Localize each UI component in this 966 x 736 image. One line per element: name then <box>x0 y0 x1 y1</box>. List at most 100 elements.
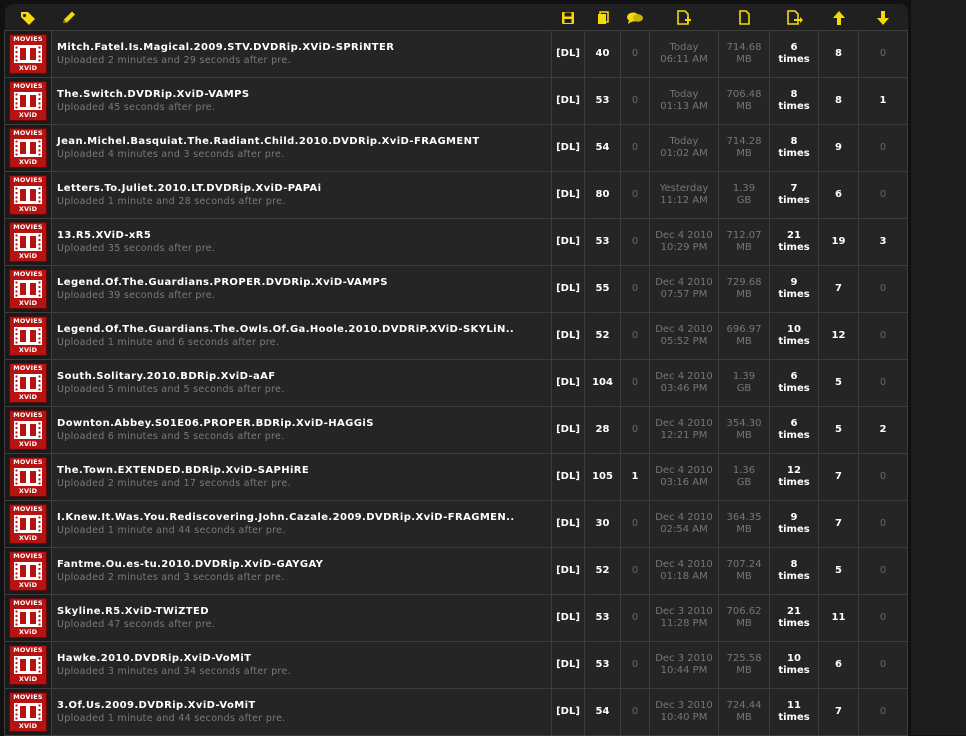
torrent-title-link[interactable]: Fantme.Ou.es-tu.2010.DVDRip.XviD-GAYGAY <box>57 559 551 570</box>
torrent-title-link[interactable]: Jean.Michel.Basquiat.The.Radiant.Child.2… <box>57 136 551 147</box>
seeders-count[interactable]: 19 <box>832 236 846 247</box>
files-count[interactable]: 55 <box>596 283 610 294</box>
torrent-title-link[interactable]: I.Knew.It.Was.You.Rediscovering.John.Caz… <box>57 512 551 523</box>
leechers-count[interactable]: 0 <box>880 565 886 576</box>
comments-count[interactable]: 0 <box>632 518 638 529</box>
comments-count[interactable]: 0 <box>632 48 638 59</box>
category-badge-movies-xvid[interactable]: MOVIES XViD <box>9 80 47 121</box>
leechers-count[interactable]: 0 <box>880 612 886 623</box>
leechers-count[interactable]: 0 <box>880 706 886 717</box>
category-badge-movies-xvid[interactable]: MOVIES XViD <box>9 33 47 74</box>
comments-count[interactable]: 0 <box>632 424 638 435</box>
category-badge-movies-xvid[interactable]: MOVIES XViD <box>9 315 47 356</box>
files-count[interactable]: 52 <box>596 565 610 576</box>
seeders-count[interactable]: 5 <box>835 424 842 435</box>
files-count[interactable]: 53 <box>596 95 610 106</box>
leechers-count[interactable]: 0 <box>880 659 886 670</box>
category-cell[interactable]: MOVIES XViD <box>4 217 52 266</box>
comments-count[interactable]: 0 <box>632 612 638 623</box>
comments-count[interactable]: 0 <box>632 283 638 294</box>
files-count[interactable]: 53 <box>596 236 610 247</box>
snatched-count[interactable]: 8 <box>771 136 818 148</box>
header-snatched[interactable] <box>770 4 819 30</box>
download-link[interactable]: [DL] <box>556 424 580 435</box>
seeders-count[interactable]: 6 <box>835 189 842 200</box>
category-cell[interactable]: MOVIES XViD <box>4 452 52 501</box>
seeders-count[interactable]: 7 <box>835 283 842 294</box>
leechers-count[interactable]: 0 <box>880 377 886 388</box>
download-link[interactable]: [DL] <box>556 95 580 106</box>
seeders-count[interactable]: 7 <box>835 518 842 529</box>
snatched-count[interactable]: 6 <box>771 371 818 383</box>
header-added[interactable] <box>650 4 719 30</box>
seeders-count[interactable]: 6 <box>835 659 842 670</box>
category-badge-movies-xvid[interactable]: MOVIES XViD <box>9 362 47 403</box>
snatched-count[interactable]: 9 <box>771 277 818 289</box>
comments-count[interactable]: 1 <box>632 471 639 482</box>
files-count[interactable]: 53 <box>596 612 610 623</box>
category-cell[interactable]: MOVIES XViD <box>4 311 52 360</box>
download-link[interactable]: [DL] <box>556 283 580 294</box>
comments-count[interactable]: 0 <box>632 706 638 717</box>
seeders-count[interactable]: 11 <box>832 612 846 623</box>
download-link[interactable]: [DL] <box>556 142 580 153</box>
files-count[interactable]: 28 <box>596 424 610 435</box>
snatched-count[interactable]: 21 <box>771 230 818 242</box>
category-badge-movies-xvid[interactable]: MOVIES XViD <box>9 644 47 685</box>
torrent-title-link[interactable]: Mitch.Fatel.Is.Magical.2009.STV.DVDRip.X… <box>57 42 551 53</box>
seeders-count[interactable]: 5 <box>835 565 842 576</box>
header-seeders[interactable] <box>819 4 859 30</box>
category-cell[interactable]: MOVIES XViD <box>4 170 52 219</box>
torrent-title-link[interactable]: The.Switch.DVDRip.XviD-VAMPS <box>57 89 551 100</box>
snatched-count[interactable]: 6 <box>771 42 818 54</box>
header-leechers[interactable] <box>859 4 908 30</box>
category-badge-movies-xvid[interactable]: MOVIES XViD <box>9 503 47 544</box>
comments-count[interactable]: 0 <box>632 189 638 200</box>
download-link[interactable]: [DL] <box>556 518 580 529</box>
category-cell[interactable]: MOVIES XViD <box>4 640 52 689</box>
download-link[interactable]: [DL] <box>556 659 580 670</box>
leechers-count[interactable]: 0 <box>880 471 886 482</box>
comments-count[interactable]: 0 <box>632 659 638 670</box>
seeders-count[interactable]: 9 <box>835 142 842 153</box>
category-cell[interactable]: MOVIES XViD <box>4 593 52 642</box>
category-cell[interactable]: MOVIES XViD <box>4 405 52 454</box>
snatched-count[interactable]: 8 <box>771 559 818 571</box>
header-download[interactable] <box>552 4 585 30</box>
files-count[interactable]: 54 <box>596 706 610 717</box>
seeders-count[interactable]: 7 <box>835 471 842 482</box>
seeders-count[interactable]: 8 <box>835 95 842 106</box>
download-link[interactable]: [DL] <box>556 377 580 388</box>
torrent-title-link[interactable]: Downton.Abbey.S01E06.PROPER.BDRip.XviD-H… <box>57 418 551 429</box>
files-count[interactable]: 40 <box>596 48 610 59</box>
files-count[interactable]: 52 <box>596 330 610 341</box>
category-badge-movies-xvid[interactable]: MOVIES XViD <box>9 550 47 591</box>
category-cell[interactable]: MOVIES XViD <box>4 264 52 313</box>
leechers-count[interactable]: 2 <box>880 424 887 435</box>
snatched-count[interactable]: 8 <box>771 89 818 101</box>
files-count[interactable]: 54 <box>596 142 610 153</box>
category-badge-movies-xvid[interactable]: MOVIES XViD <box>9 597 47 638</box>
seeders-count[interactable]: 7 <box>835 706 842 717</box>
seeders-count[interactable]: 8 <box>835 48 842 59</box>
snatched-count[interactable]: 10 <box>771 324 818 336</box>
download-link[interactable]: [DL] <box>556 565 580 576</box>
leechers-count[interactable]: 0 <box>880 142 886 153</box>
category-cell[interactable]: MOVIES XViD <box>4 76 52 125</box>
download-link[interactable]: [DL] <box>556 706 580 717</box>
category-cell[interactable]: MOVIES XViD <box>4 358 52 407</box>
torrent-title-link[interactable]: South.Solitary.2010.BDRip.XviD-aAF <box>57 371 551 382</box>
torrent-title-link[interactable]: 3.Of.Us.2009.DVDRip.XviD-VoMiT <box>57 700 551 711</box>
leechers-count[interactable]: 0 <box>880 48 886 59</box>
torrent-title-link[interactable]: 13.R5.XViD-xR5 <box>57 230 551 241</box>
snatched-count[interactable]: 7 <box>771 183 818 195</box>
download-link[interactable]: [DL] <box>556 189 580 200</box>
download-link[interactable]: [DL] <box>556 471 580 482</box>
category-badge-movies-xvid[interactable]: MOVIES XViD <box>9 174 47 215</box>
torrent-title-link[interactable]: Legend.Of.The.Guardians.PROPER.DVDRip.Xv… <box>57 277 551 288</box>
header-name[interactable] <box>52 4 552 30</box>
seeders-count[interactable]: 5 <box>835 377 842 388</box>
category-badge-movies-xvid[interactable]: MOVIES XViD <box>9 268 47 309</box>
snatched-count[interactable]: 12 <box>771 465 818 477</box>
torrent-title-link[interactable]: Skyline.R5.XviD-TWiZTED <box>57 606 551 617</box>
